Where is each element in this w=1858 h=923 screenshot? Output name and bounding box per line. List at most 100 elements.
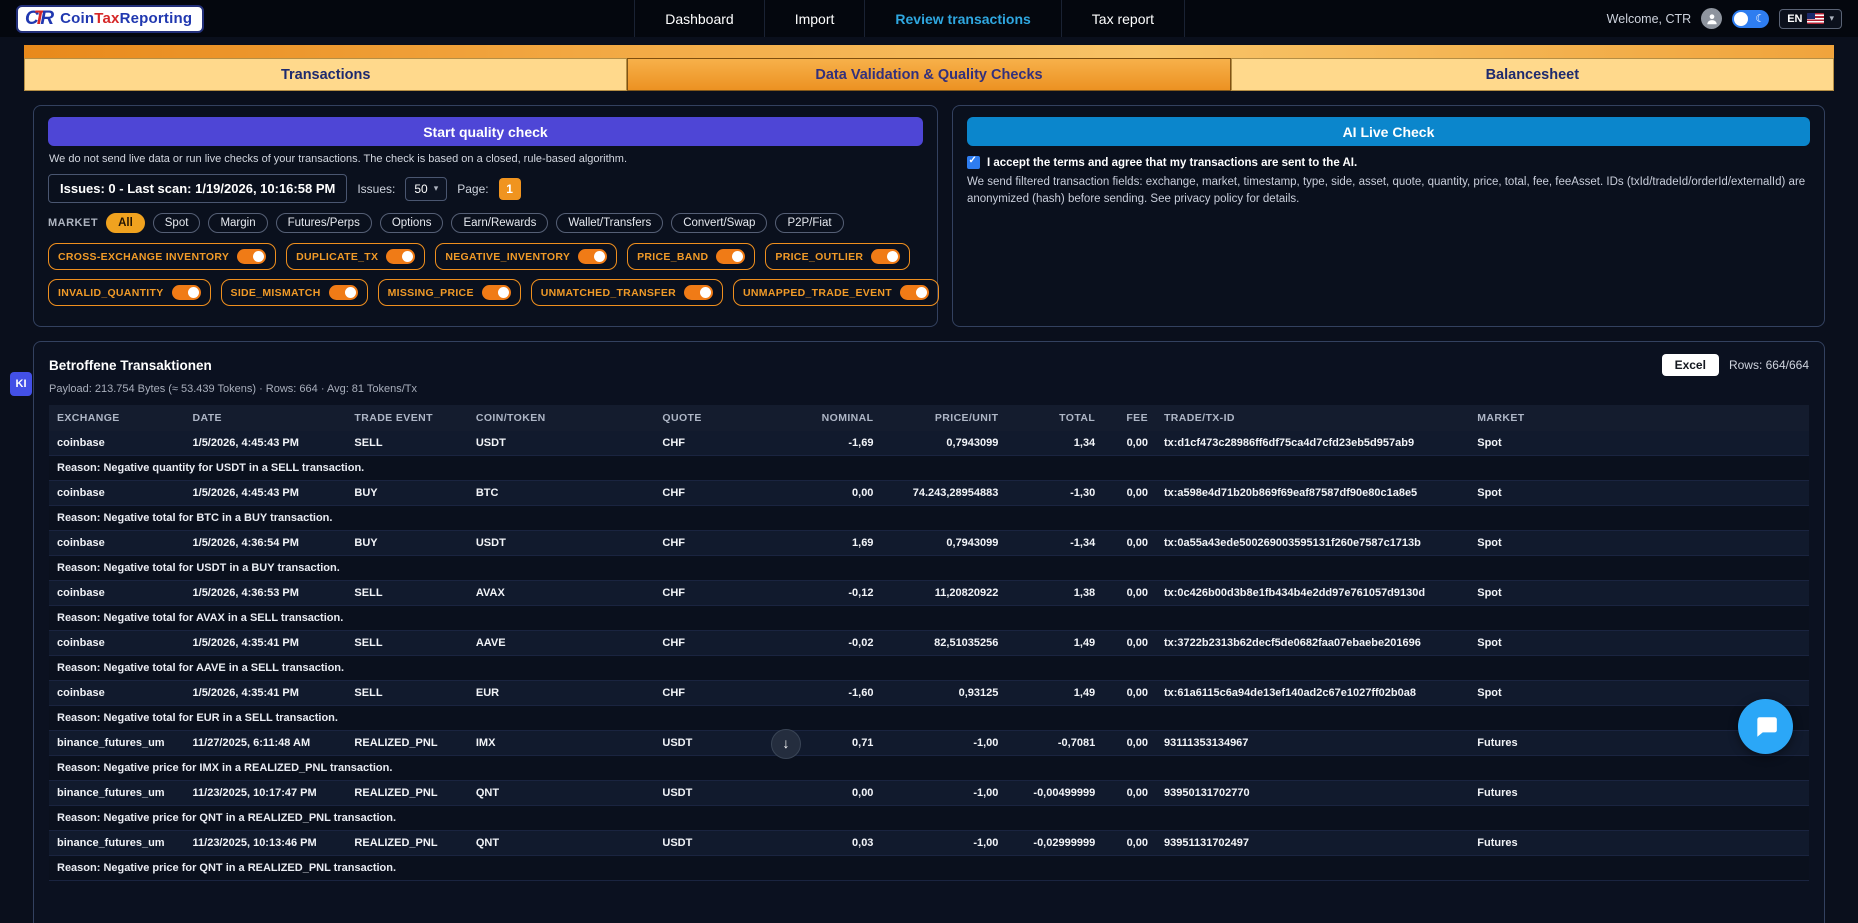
check-toggle-chip[interactable]: DUPLICATE_TX bbox=[286, 243, 425, 270]
tab[interactable]: Balancesheet bbox=[1231, 58, 1834, 91]
chat-bubble-button[interactable] bbox=[1738, 699, 1793, 754]
toggle-on-switch[interactable] bbox=[172, 285, 201, 300]
check-toggles-row-1: CROSS-EXCHANGE INVENTORY DUPLICATE_TX NE… bbox=[48, 243, 923, 270]
cell-quote: CHF bbox=[654, 581, 760, 606]
ai-consent-text: I accept the terms and agree that my tra… bbox=[987, 157, 1357, 169]
toggle-knob bbox=[700, 287, 711, 298]
cell-total: -0,02999999 bbox=[1006, 831, 1103, 856]
check-toggle-chip[interactable]: PRICE_OUTLIER bbox=[765, 243, 910, 270]
scan-status-row: Issues: 0 - Last scan: 1/19/2026, 10:16:… bbox=[48, 174, 923, 203]
ai-live-check-button[interactable]: AI Live Check bbox=[967, 117, 1810, 146]
scan-status: Issues: 0 - Last scan: 1/19/2026, 10:16:… bbox=[48, 174, 347, 203]
check-label: UNMAPPED_TRADE_EVENT bbox=[743, 287, 892, 299]
scroll-down-button[interactable]: ↓ bbox=[771, 729, 801, 759]
market-pill[interactable]: Futures/Perps bbox=[276, 213, 372, 233]
cell-quote: CHF bbox=[654, 431, 760, 456]
toggle-on-switch[interactable] bbox=[329, 285, 358, 300]
brand-logo[interactable]: CTR CoinTaxReporting bbox=[16, 5, 204, 33]
nav-item[interactable]: Tax report bbox=[1061, 0, 1185, 37]
cell-coin: BTC bbox=[468, 481, 655, 506]
nav-item[interactable]: Import bbox=[764, 0, 865, 37]
cell-date: 1/5/2026, 4:35:41 PM bbox=[185, 631, 347, 656]
toggle-knob bbox=[887, 251, 898, 262]
cell-exchange: coinbase bbox=[49, 681, 185, 706]
column-header: COIN/TOKEN bbox=[468, 405, 655, 431]
cell-date: 1/5/2026, 4:45:43 PM bbox=[185, 481, 347, 506]
check-toggle-chip[interactable]: MISSING_PRICE bbox=[378, 279, 521, 306]
tab[interactable]: Data Validation & Quality Checks bbox=[627, 58, 1230, 91]
toggle-on-switch[interactable] bbox=[237, 249, 266, 264]
cell-nominal: -0,12 bbox=[760, 581, 881, 606]
check-toggle-chip[interactable]: NEGATIVE_INVENTORY bbox=[435, 243, 617, 270]
check-toggle-chip[interactable]: PRICE_BAND bbox=[627, 243, 755, 270]
page-number-button[interactable]: 1 bbox=[499, 178, 521, 200]
cell-nominal: -1,69 bbox=[760, 431, 881, 456]
market-pill[interactable]: Wallet/Transfers bbox=[556, 213, 663, 233]
start-quality-check-button[interactable]: Start quality check bbox=[48, 117, 923, 146]
transaction-row: coinbase 1/5/2026, 4:35:41 PM SELL AAVE … bbox=[49, 631, 1809, 656]
toggle-on-switch[interactable] bbox=[900, 285, 929, 300]
tab-label: Data Validation & Quality Checks bbox=[815, 67, 1042, 83]
cell-fee: 0,00 bbox=[1103, 831, 1156, 856]
check-toggle-chip[interactable]: UNMAPPED_TRADE_EVENT bbox=[733, 279, 939, 306]
toggle-on-switch[interactable] bbox=[578, 249, 607, 264]
ki-assistant-button[interactable]: KI bbox=[10, 372, 32, 396]
check-toggle-chip[interactable]: UNMATCHED_TRANSFER bbox=[531, 279, 723, 306]
cell-total: 1,49 bbox=[1006, 631, 1103, 656]
cell-total: -1,34 bbox=[1006, 531, 1103, 556]
tab-label: Transactions bbox=[281, 67, 370, 83]
chevron-down-icon: ▾ bbox=[1829, 13, 1834, 24]
nav-item[interactable]: Dashboard bbox=[634, 0, 764, 37]
flag-icon bbox=[1807, 13, 1824, 24]
market-pill[interactable]: P2P/Fiat bbox=[775, 213, 843, 233]
cell-coin: QNT bbox=[468, 831, 655, 856]
check-toggle-chip[interactable]: CROSS-EXCHANGE INVENTORY bbox=[48, 243, 276, 270]
cell-trade-event: SELL bbox=[346, 631, 467, 656]
cell-price-unit: 11,20820922 bbox=[881, 581, 1006, 606]
cell-txid: 93111353134967 bbox=[1156, 731, 1469, 756]
toggle-on-switch[interactable] bbox=[871, 249, 900, 264]
toggle-on-switch[interactable] bbox=[684, 285, 713, 300]
nav-item[interactable]: Review transactions bbox=[864, 0, 1060, 37]
language-selector[interactable]: EN ▾ bbox=[1779, 9, 1842, 29]
cell-date: 11/23/2025, 10:17:47 PM bbox=[185, 781, 347, 806]
check-label: CROSS-EXCHANGE INVENTORY bbox=[58, 251, 229, 263]
main-nav: DashboardImport Review transactions Tax re… bbox=[634, 0, 1185, 37]
cell-txid: tx:0a55a43ede500269003595131f260e7587c17… bbox=[1156, 531, 1469, 556]
market-pill[interactable]: Earn/Rewards bbox=[451, 213, 548, 233]
toggle-on-switch[interactable] bbox=[482, 285, 511, 300]
market-pill[interactable]: Options bbox=[380, 213, 444, 233]
issues-per-page-select[interactable]: 50 ▾ bbox=[405, 177, 447, 201]
cell-total: -0,00499999 bbox=[1006, 781, 1103, 806]
market-pill[interactable]: All bbox=[106, 213, 145, 233]
toggle-knob bbox=[402, 251, 413, 262]
market-pill[interactable]: Convert/Swap bbox=[671, 213, 767, 233]
cell-date: 11/27/2025, 6:11:48 AM bbox=[185, 731, 347, 756]
tab[interactable]: Transactions bbox=[24, 58, 627, 91]
nav-item-label: Review transactions bbox=[895, 11, 1030, 27]
check-toggles-row-2: INVALID_QUANTITY SIDE_MISMATCH MISSING_P… bbox=[48, 279, 923, 306]
toggle-on-switch[interactable] bbox=[386, 249, 415, 264]
check-label: INVALID_QUANTITY bbox=[58, 287, 164, 299]
cell-trade-event: REALIZED_PNL bbox=[346, 781, 467, 806]
market-pill[interactable]: Margin bbox=[208, 213, 267, 233]
toggle-knob bbox=[1734, 12, 1748, 26]
section-tabs: Transactions Data Validation & Quality Ch… bbox=[24, 58, 1834, 91]
excel-export-button[interactable]: Excel bbox=[1662, 354, 1719, 376]
ai-consent-checkbox[interactable] bbox=[967, 156, 980, 169]
check-toggle-chip[interactable]: SIDE_MISMATCH bbox=[221, 279, 368, 306]
cell-market: Futures bbox=[1469, 831, 1809, 856]
cell-total: 1,38 bbox=[1006, 581, 1103, 606]
avatar[interactable] bbox=[1701, 8, 1722, 29]
issues-label: Issues: bbox=[357, 182, 395, 196]
toggle-on-switch[interactable] bbox=[716, 249, 745, 264]
cell-nominal: -1,60 bbox=[760, 681, 881, 706]
column-header: TOTAL bbox=[1006, 405, 1103, 431]
column-header: DATE bbox=[185, 405, 347, 431]
nav-right-cluster: Welcome, CTR ☾ EN ▾ bbox=[1607, 8, 1842, 29]
cell-nominal: -0,02 bbox=[760, 631, 881, 656]
cell-trade-event: SELL bbox=[346, 681, 467, 706]
check-toggle-chip[interactable]: INVALID_QUANTITY bbox=[48, 279, 211, 306]
market-pill[interactable]: Spot bbox=[153, 213, 201, 233]
theme-toggle[interactable]: ☾ bbox=[1732, 10, 1769, 28]
